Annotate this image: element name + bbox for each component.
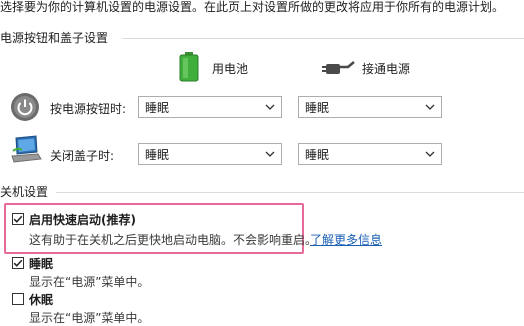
fast-startup-label: 启用快速启动(推荐) xyxy=(29,213,136,227)
battery-icon xyxy=(178,52,200,82)
learn-more-link[interactable]: 了解更多信息 xyxy=(310,231,382,248)
sleep-desc: 显示在“电源”菜单中。 xyxy=(29,275,150,289)
select-value: 睡眠 xyxy=(145,147,170,162)
close-lid-row-label: 关闭盖子时: xyxy=(50,149,115,163)
hibernate-checkbox[interactable] xyxy=(12,293,24,305)
select-value: 睡眠 xyxy=(145,100,170,115)
sleep-label: 睡眠 xyxy=(29,257,54,271)
power-button-row-label: 按电源按钮时: xyxy=(50,102,127,116)
close-lid-plugged-select[interactable]: 睡眠 xyxy=(298,143,442,165)
col-plugged-label: 接通电源 xyxy=(362,62,411,76)
fast-startup-desc: 这有助于在关机之后更快地启动电脑。不会影响重启。 xyxy=(29,233,318,247)
section-divider xyxy=(122,38,524,39)
power-button-icon xyxy=(10,92,40,122)
col-battery-label: 用电池 xyxy=(212,62,249,76)
checkmark-icon xyxy=(13,215,23,223)
select-value: 睡眠 xyxy=(305,147,330,162)
section-divider xyxy=(56,192,524,193)
power-button-plugged-select[interactable]: 睡眠 xyxy=(298,96,442,118)
hibernate-label: 休眠 xyxy=(29,293,54,307)
close-lid-battery-select[interactable]: 睡眠 xyxy=(138,143,282,165)
chevron-down-icon xyxy=(425,104,435,110)
checkmark-icon xyxy=(13,259,23,267)
shutdown-section-title: 关机设置 xyxy=(0,185,49,199)
chevron-down-icon xyxy=(425,151,435,157)
sleep-checkbox[interactable] xyxy=(12,257,24,269)
power-plug-icon xyxy=(322,58,356,80)
power-buttons-section-title: 电源按钮和盖子设置 xyxy=(0,31,109,45)
laptop-lid-icon xyxy=(10,134,42,164)
power-button-battery-select[interactable]: 睡眠 xyxy=(138,96,282,118)
chevron-down-icon xyxy=(265,104,275,110)
select-value: 睡眠 xyxy=(305,100,330,115)
fast-startup-checkbox[interactable] xyxy=(12,213,24,225)
intro-text: 选择要为你的计算机设置的电源设置。在此页上对设置所做的更改将应用于你所有的电源计… xyxy=(0,0,505,14)
chevron-down-icon xyxy=(265,151,275,157)
